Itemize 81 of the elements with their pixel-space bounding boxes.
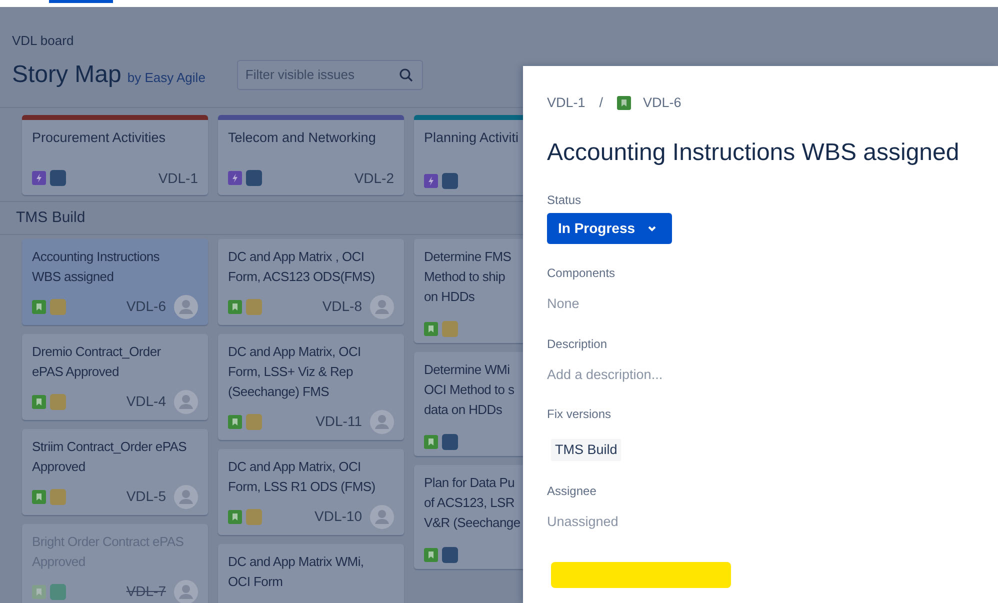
card-title: Determine FMS Method to ship on HDDs: [424, 248, 512, 306]
epic-card[interactable]: Procurement Activities VDL-1: [22, 114, 208, 194]
filter-field[interactable]: Filter visible issues: [237, 60, 424, 90]
bookmark-icon: [32, 300, 46, 314]
epic-square-icon: [50, 170, 66, 186]
issue-key: VDL-8: [322, 296, 362, 317]
story-card[interactable]: DC and App Matrix, OCI Form, LSS+ Viz & Rep (Seechange) FMS VDL-11: [218, 334, 404, 440]
chevron-down-icon: [647, 224, 658, 233]
card-title: Accounting Instructions WBS assigned: [32, 248, 161, 286]
field-label: Fix versions: [547, 406, 612, 423]
bookmark-icon: [228, 414, 242, 428]
avatar-icon: [174, 580, 198, 603]
issue-key: VDL-4: [126, 391, 166, 412]
story-card[interactable]: DC and App Matrix , OCI Form, ACS123 ODS(FMS) VDL-8: [218, 238, 404, 324]
release-label: TMS Build: [16, 208, 86, 226]
avatar-icon: [370, 504, 394, 528]
bookmark-icon: [32, 394, 46, 408]
story-card[interactable]: Determine WMi OCI Method to s data on HDDs: [414, 352, 523, 456]
search-icon: [399, 68, 414, 82]
card-title: Dremio Contract_Order ePAS Approved: [32, 342, 162, 381]
epic-square-icon: [442, 172, 458, 188]
epic-title: Telecom and Networking: [228, 128, 377, 147]
card-title: Determine WMi OCI Method to s data on HDDs: [424, 360, 516, 418]
field-value[interactable]: None: [547, 294, 974, 314]
subtitle: by Easy Agile: [127, 68, 206, 87]
card-title: DC and App Matrix WMi, OCI Form: [228, 552, 365, 590]
issue-key: VDL-6: [126, 296, 166, 317]
story-card[interactable]: DC and App Matrix WMi, OCI Form: [218, 544, 404, 603]
epic-title: Procurement Activities: [32, 128, 167, 146]
avatar-icon: [174, 484, 198, 508]
issue-key: VDL-11: [316, 411, 362, 432]
story-card[interactable]: Determine FMS Method to ship on HDDs: [414, 238, 523, 342]
issue-key: VDL-7: [126, 581, 166, 602]
card-title: DC and App Matrix , OCI Form, ACS123 ODS(FMS): [228, 248, 376, 286]
avatar-icon: [174, 390, 198, 414]
card-title: Plan for Data Pu of ACS123, LSR V&R (Seechange: [424, 474, 522, 532]
board-name: VDL board: [12, 32, 75, 50]
story-card[interactable]: Dremio Contract_Order ePAS Approved VDL-4: [22, 334, 208, 420]
page-title: Story Map: [12, 60, 122, 90]
card-title: Striim Contract_Order ePAS Approved: [32, 438, 188, 476]
issue-title: Accounting Instructions WBS assigned: [547, 138, 960, 168]
field-label: Components: [547, 265, 616, 282]
field-label: Status: [547, 192, 582, 210]
avatar-icon: [370, 294, 394, 318]
epic-card[interactable]: Planning Activiti: [414, 114, 523, 194]
bookmark-icon: [617, 96, 632, 110]
epic-card[interactable]: Telecom and Networking VDL-2: [218, 114, 404, 194]
bookmark-icon: [424, 434, 438, 448]
avatar-icon: [370, 410, 394, 434]
bookmark-icon: [424, 322, 438, 336]
field-value[interactable]: Unassigned: [547, 512, 974, 532]
breadcrumb-link[interactable]: VDL-6: [643, 93, 682, 114]
story-card[interactable]: Accounting Instructions WBS assigned VDL-6: [22, 238, 208, 324]
status-dropdown[interactable]: In Progress: [547, 213, 672, 244]
field-label: Assignee: [547, 482, 598, 500]
issue-key: VDL-5: [126, 486, 166, 507]
lightning-icon: [228, 171, 242, 185]
issue-key: VDL-1: [158, 168, 198, 188]
card-title: DC and App Matrix, OCI Form, LSS R1 ODS (FMS): [228, 458, 376, 496]
story-card[interactable]: DC and App Matrix, OCI Form, LSS R1 ODS (FMS) VDL-10: [218, 448, 404, 534]
bookmark-icon: [228, 510, 242, 524]
epic-square-icon: [246, 170, 262, 186]
field-label: Description: [547, 336, 608, 352]
card-title: DC and App Matrix, OCI Form, LSS+ Viz & Rep (Seechange) FMS: [228, 342, 362, 401]
story-card[interactable]: Plan for Data Pu of ACS123, LSR V&R (Seechange: [414, 464, 523, 568]
avatar-icon: [174, 294, 198, 318]
lightning-icon: [32, 171, 46, 185]
bookmark-icon: [228, 300, 242, 314]
breadcrumb-link[interactable]: VDL-1: [547, 93, 586, 114]
description-field[interactable]: Add a description...: [547, 364, 974, 385]
bookmark-icon: [32, 584, 46, 598]
issue-key: VDL-10: [314, 506, 362, 527]
bookmark-icon: [424, 548, 438, 562]
breadcrumb-separator: /: [599, 94, 604, 112]
bookmark-icon: [32, 490, 46, 504]
story-card[interactable]: Striim Contract_Order ePAS Approved VDL-5: [22, 428, 208, 514]
epic-title: Planning Activiti: [424, 128, 520, 147]
issue-key: VDL-2: [354, 168, 394, 188]
active-tab-indicator: [49, 0, 113, 3]
version-tag[interactable]: TMS Build: [551, 438, 622, 461]
lightning-icon: [424, 174, 438, 188]
